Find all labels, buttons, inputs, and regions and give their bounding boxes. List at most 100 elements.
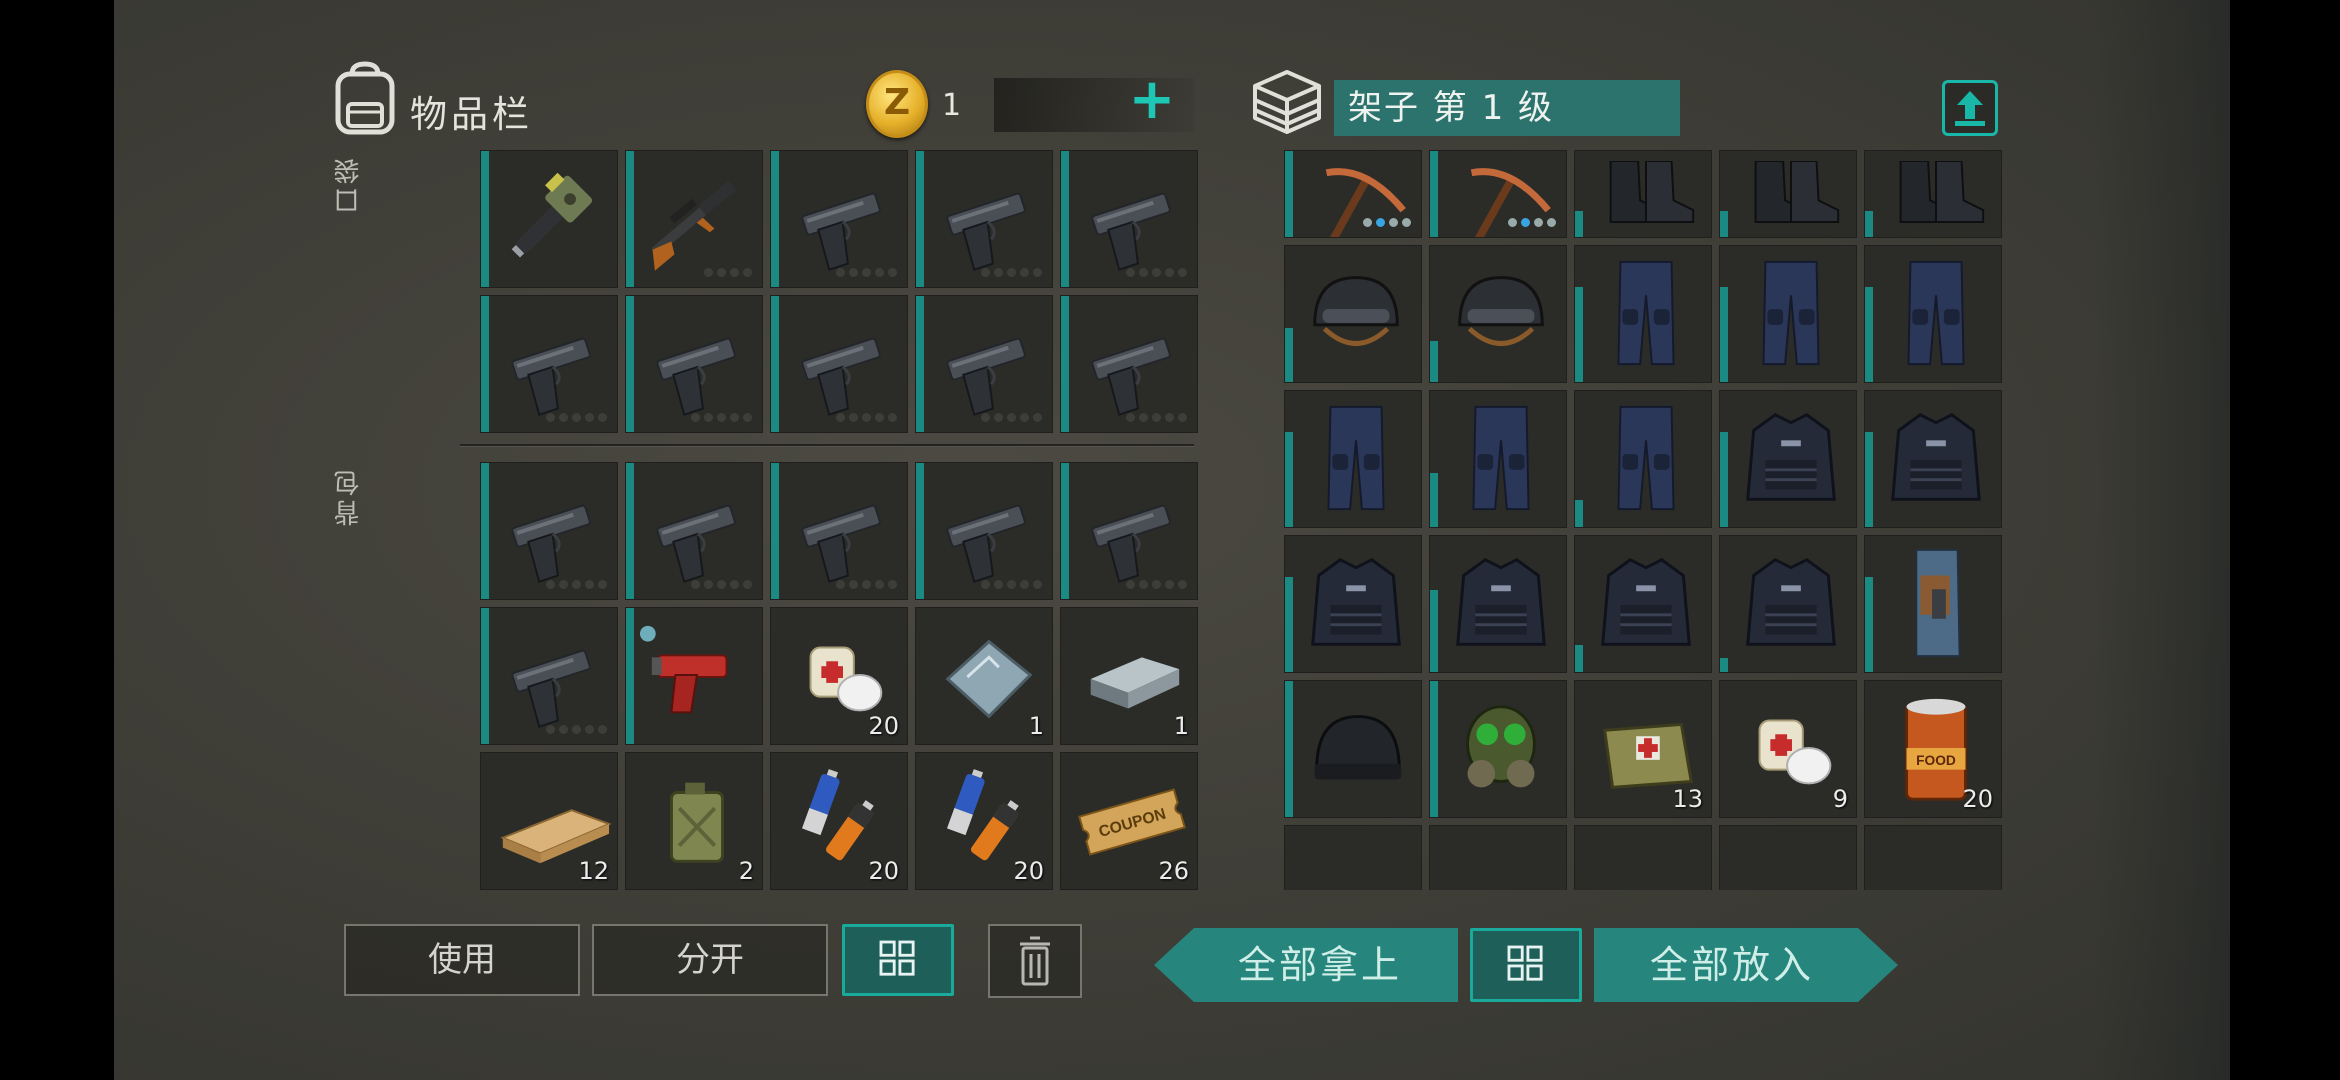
inventory-slot[interactable] — [1060, 462, 1198, 600]
inventory-slot[interactable] — [1284, 245, 1422, 383]
durability-bar — [1720, 431, 1728, 527]
police-vest-icon — [1601, 558, 1691, 646]
boots-icon — [1609, 161, 1695, 223]
sort-grid-button[interactable] — [842, 924, 954, 996]
inventory-slot[interactable] — [1284, 150, 1422, 238]
inventory-slot[interactable] — [1284, 825, 1422, 890]
inventory-slot[interactable] — [480, 150, 618, 288]
inventory-slot[interactable] — [915, 295, 1053, 433]
police-vest-icon — [1746, 558, 1836, 646]
inventory-slot[interactable] — [915, 150, 1053, 288]
inventory-slot[interactable] — [1719, 535, 1857, 673]
inventory-slot[interactable] — [1429, 535, 1567, 673]
inventory-slot[interactable] — [1284, 535, 1422, 673]
pistol-icon — [946, 192, 1026, 271]
inventory-slot[interactable] — [1719, 245, 1857, 383]
shelf-title: 架子 第 1 级 — [1334, 80, 1680, 136]
put-all-label: 全部放入 — [1649, 943, 1814, 987]
inventory-slot[interactable] — [1429, 150, 1567, 238]
inventory-slot[interactable] — [480, 607, 618, 745]
upgrade-dots — [704, 268, 752, 277]
inventory-slot[interactable] — [480, 462, 618, 600]
chainsaw-icon — [511, 172, 593, 258]
pistol-icon — [511, 504, 591, 583]
put-all-button[interactable]: 全部放入 — [1594, 928, 1898, 1002]
item-count: 20 — [1962, 785, 1993, 813]
durability-bar — [481, 463, 489, 599]
use-button[interactable]: 使用 — [344, 924, 580, 996]
inventory-slot[interactable]: FOOD 20 — [1864, 680, 2002, 818]
inventory-slot[interactable] — [1719, 150, 1857, 238]
inventory-slot[interactable] — [1429, 245, 1567, 383]
inventory-slot[interactable] — [1574, 245, 1712, 383]
inventory-slot[interactable] — [1429, 680, 1567, 818]
inventory-slot[interactable] — [1574, 390, 1712, 528]
inventory-slot[interactable]: 12 — [480, 752, 618, 890]
durability-bar — [1285, 151, 1293, 237]
trash-icon — [1020, 936, 1050, 986]
inventory-slot[interactable]: COUPON 26 — [1060, 752, 1198, 890]
split-button[interactable]: 分开 — [592, 924, 828, 996]
durability-bar — [481, 296, 489, 432]
empty-slot[interactable] — [1719, 825, 1857, 890]
upgrade-dots — [546, 580, 607, 589]
durability-bar — [1285, 431, 1293, 527]
inventory-slot[interactable] — [625, 150, 763, 288]
inventory-slot[interactable] — [1719, 390, 1857, 528]
inventory-slot[interactable] — [625, 295, 763, 433]
inventory-slot[interactable]: 9 — [1719, 680, 1857, 818]
inventory-slot[interactable] — [770, 462, 908, 600]
durability-bar — [626, 608, 634, 744]
gas-mask-icon — [1466, 705, 1536, 788]
inventory-slot[interactable]: 2 — [625, 752, 763, 890]
upgrade-dots — [546, 725, 607, 734]
inventory-slot[interactable]: 1 — [1060, 607, 1198, 745]
inventory-slot[interactable] — [1284, 390, 1422, 528]
pistol-icon — [801, 192, 881, 271]
shelf-sort-button[interactable] — [1470, 928, 1582, 1002]
inventory-slot[interactable] — [480, 295, 618, 433]
item-count: 20 — [1013, 857, 1044, 885]
empty-slot[interactable] — [1429, 825, 1567, 890]
pistol-icon — [656, 337, 736, 416]
inventory-slot[interactable] — [1864, 390, 2002, 528]
empty-slot[interactable] — [1574, 825, 1712, 890]
durability-bar — [1430, 151, 1438, 237]
inventory-slot[interactable] — [1864, 245, 2002, 383]
grid-icon — [879, 940, 915, 976]
inventory-slot[interactable] — [1574, 535, 1712, 673]
empty-slot[interactable] — [1864, 825, 2002, 890]
inventory-slot[interactable]: 20 — [770, 607, 908, 745]
add-currency-button[interactable]: + — [1122, 72, 1182, 132]
inventory-slot[interactable]: 1 — [915, 607, 1053, 745]
inventory-slot[interactable] — [1284, 680, 1422, 818]
trash-button[interactable] — [988, 924, 1082, 998]
upgrade-dots — [836, 268, 897, 277]
inventory-slot[interactable] — [1060, 150, 1198, 288]
pistol-icon — [801, 504, 881, 583]
inventory-slot[interactable] — [770, 150, 908, 288]
inventory-slot[interactable] — [1429, 390, 1567, 528]
inventory-slot[interactable] — [625, 607, 763, 745]
inventory-slot[interactable]: 20 — [915, 752, 1053, 890]
durability-bar — [1720, 658, 1728, 672]
inventory-slot[interactable] — [770, 295, 908, 433]
police-vest-icon — [1891, 413, 1981, 501]
boots-icon — [1899, 161, 1985, 223]
upload-icon — [1955, 91, 1985, 126]
take-all-button[interactable]: 全部拿上 — [1154, 928, 1458, 1002]
shelf-icon — [1253, 70, 1321, 134]
item-count: 13 — [1672, 785, 1703, 813]
inventory-slot[interactable] — [1864, 535, 2002, 673]
inventory-slot[interactable] — [1864, 150, 2002, 238]
inventory-slot[interactable]: 20 — [770, 752, 908, 890]
durability-bar — [481, 608, 489, 744]
inventory-slot[interactable]: 13 — [1574, 680, 1712, 818]
inventory-slot[interactable] — [1060, 295, 1198, 433]
police-vest-icon — [1456, 558, 1546, 646]
police-pants-icon — [1617, 405, 1675, 511]
inventory-slot[interactable] — [625, 462, 763, 600]
inventory-slot[interactable] — [1574, 150, 1712, 238]
upload-button[interactable] — [1942, 80, 1998, 136]
inventory-slot[interactable] — [915, 462, 1053, 600]
